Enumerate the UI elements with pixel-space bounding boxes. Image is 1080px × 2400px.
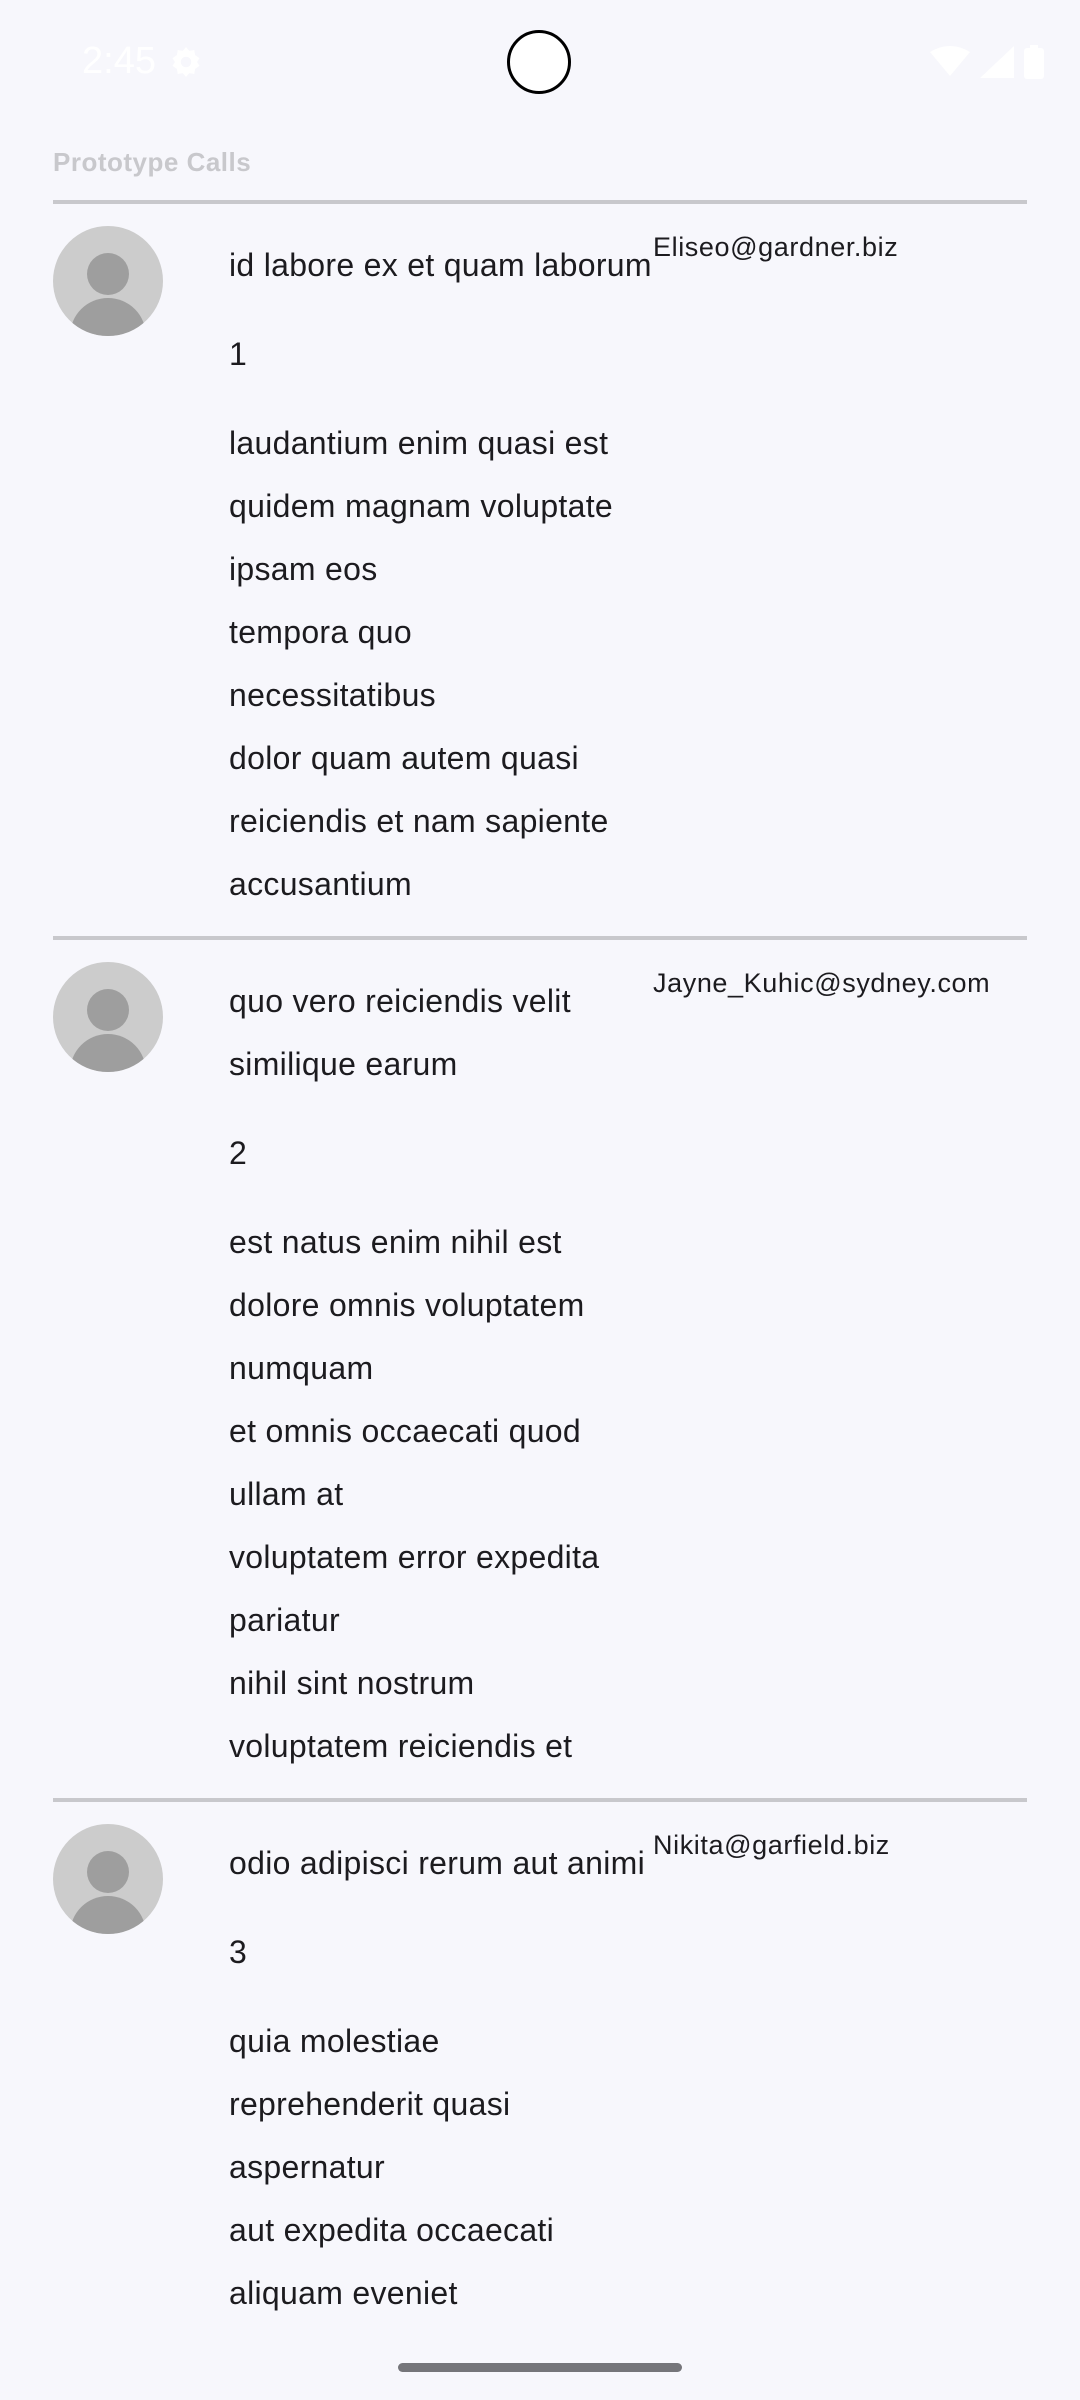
status-icons <box>930 44 1044 80</box>
post-item[interactable]: quo vero reiciendis velit similique earu… <box>53 940 1027 1798</box>
home-indicator[interactable] <box>398 2363 682 2372</box>
wifi-icon <box>930 46 970 78</box>
post-item[interactable]: id labore ex et quam laborum 1 laudantiu… <box>53 204 1027 936</box>
person-placeholder-icon <box>53 962 163 1072</box>
post-id: 3 <box>229 1934 248 1970</box>
app-title: Prototype Calls <box>53 147 252 177</box>
person-placeholder-icon <box>53 226 163 336</box>
post-email: Eliseo@gardner.biz <box>653 232 899 262</box>
battery-icon <box>1024 45 1044 79</box>
post-body: quia molestiae reprehenderit quasi asper… <box>229 2023 555 2311</box>
post-id: 1 <box>229 336 248 372</box>
post-title: quo vero reiciendis velit similique earu… <box>229 983 571 1082</box>
camera-cutout <box>507 30 571 94</box>
person-placeholder-icon <box>53 1824 163 1934</box>
post-id: 2 <box>229 1135 248 1171</box>
settings-gear-icon <box>168 44 204 80</box>
status-bar: 2:45 <box>0 0 1080 128</box>
post-body: laudantium enim quasi est quidem magnam … <box>229 425 614 902</box>
post-title: odio adipisci rerum aut animi <box>229 1845 645 1881</box>
post-title: id labore ex et quam laborum <box>229 247 652 283</box>
post-email: Jayne_Kuhic@sydney.com <box>653 968 991 998</box>
post-item[interactable]: odio adipisci rerum aut animi 3 quia mol… <box>53 1802 1027 2345</box>
post-list: id labore ex et quam laborum 1 laudantiu… <box>53 200 1027 2345</box>
post-body: est natus enim nihil est dolore omnis vo… <box>229 1224 600 1764</box>
status-time: 2:45 <box>82 40 156 82</box>
cellular-signal-icon <box>980 46 1014 78</box>
post-email: Nikita@garfield.biz <box>653 1830 890 1860</box>
